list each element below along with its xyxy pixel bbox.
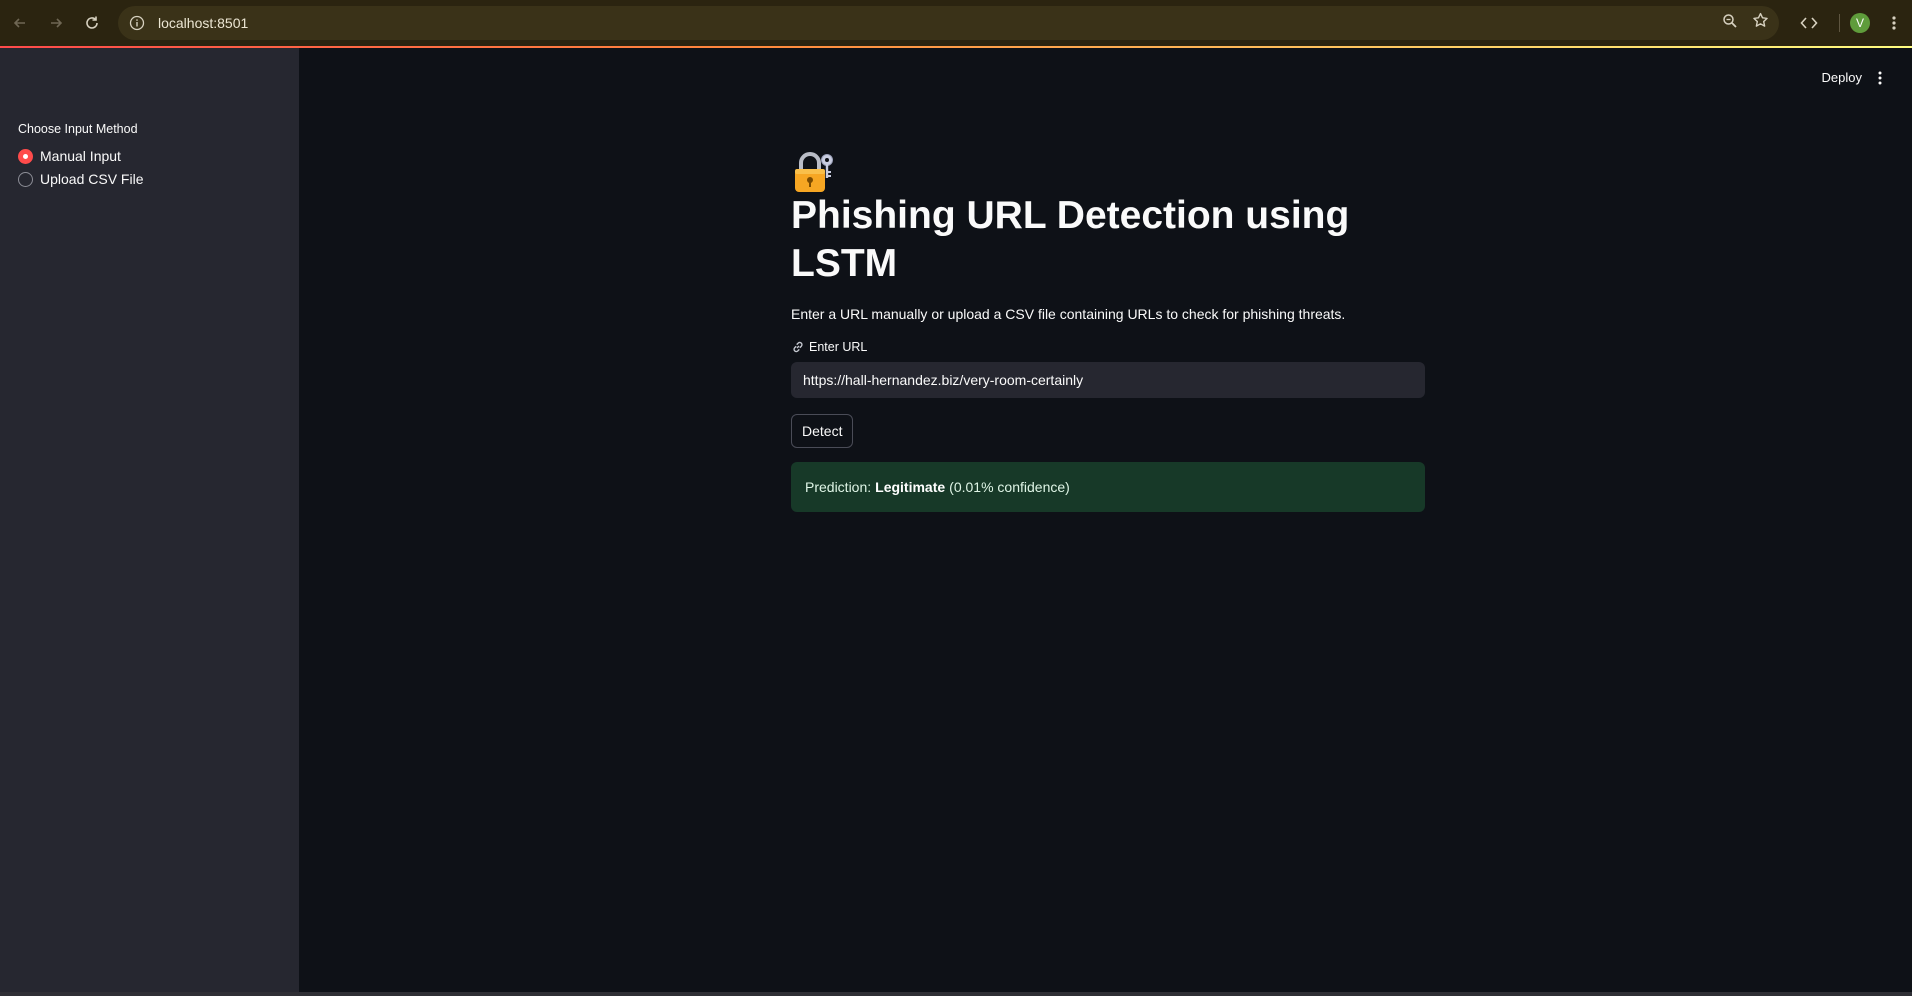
- zoom-icon[interactable]: [1722, 13, 1738, 34]
- radio-option-label: Upload CSV File: [40, 171, 144, 187]
- detect-button[interactable]: Detect: [791, 414, 854, 448]
- prediction-confidence: (0.01% confidence): [949, 479, 1070, 495]
- page-title-text: Phishing URL Detection using LSTM: [791, 194, 1350, 285]
- bookmark-star-icon[interactable]: [1752, 12, 1769, 34]
- reload-icon[interactable]: [74, 5, 110, 41]
- omnibox-actions: [1722, 6, 1769, 40]
- url-input[interactable]: [791, 362, 1425, 398]
- link-icon: [791, 340, 805, 354]
- browser-toolbar: localhost:8501 V: [0, 0, 1912, 46]
- window-bottom-edge: [0, 992, 1912, 996]
- prediction-prefix: Prediction:: [805, 479, 872, 495]
- site-info-icon[interactable]: [128, 14, 146, 32]
- profile-avatar[interactable]: V: [1850, 13, 1870, 33]
- app-block: Phishing URL Detection using LSTM Enter …: [791, 148, 1425, 512]
- back-icon[interactable]: [2, 5, 38, 41]
- forward-icon[interactable]: [38, 5, 74, 41]
- toolbar-divider: [1839, 14, 1840, 32]
- main-content: Deploy Phishing URL Detection using LSTM…: [299, 48, 1912, 992]
- nav-buttons: [0, 5, 110, 41]
- url-text[interactable]: localhost:8501: [158, 15, 248, 31]
- prediction-result-alert: Prediction: Legitimate (0.01% confidence…: [791, 462, 1425, 512]
- url-field-label-text: Enter URL: [809, 340, 868, 354]
- lock-with-key-icon: [791, 150, 837, 194]
- radio-option-manual-input[interactable]: Manual Input: [18, 148, 121, 164]
- sidebar: Choose Input Method Manual Input Upload …: [0, 48, 299, 992]
- browser-right-actions: V: [1791, 0, 1912, 46]
- devtools-code-icon[interactable]: [1791, 5, 1827, 41]
- prediction-label: Legitimate: [875, 479, 946, 495]
- main-menu-icon[interactable]: [1870, 68, 1890, 88]
- url-field-label: Enter URL: [791, 340, 1425, 354]
- radio-checked-icon[interactable]: [18, 148, 33, 164]
- page-description: Enter a URL manually or upload a CSV fil…: [791, 306, 1346, 322]
- deploy-button[interactable]: Deploy: [1822, 70, 1862, 85]
- page-title: Phishing URL Detection using LSTM: [791, 148, 1425, 288]
- address-bar[interactable]: localhost:8501: [118, 6, 1779, 40]
- radio-option-upload-csv[interactable]: Upload CSV File: [18, 171, 144, 187]
- radio-option-label: Manual Input: [40, 148, 121, 164]
- browser-menu-icon[interactable]: [1876, 5, 1912, 41]
- radio-unchecked-icon[interactable]: [18, 171, 33, 187]
- input-method-label: Choose Input Method: [18, 122, 138, 136]
